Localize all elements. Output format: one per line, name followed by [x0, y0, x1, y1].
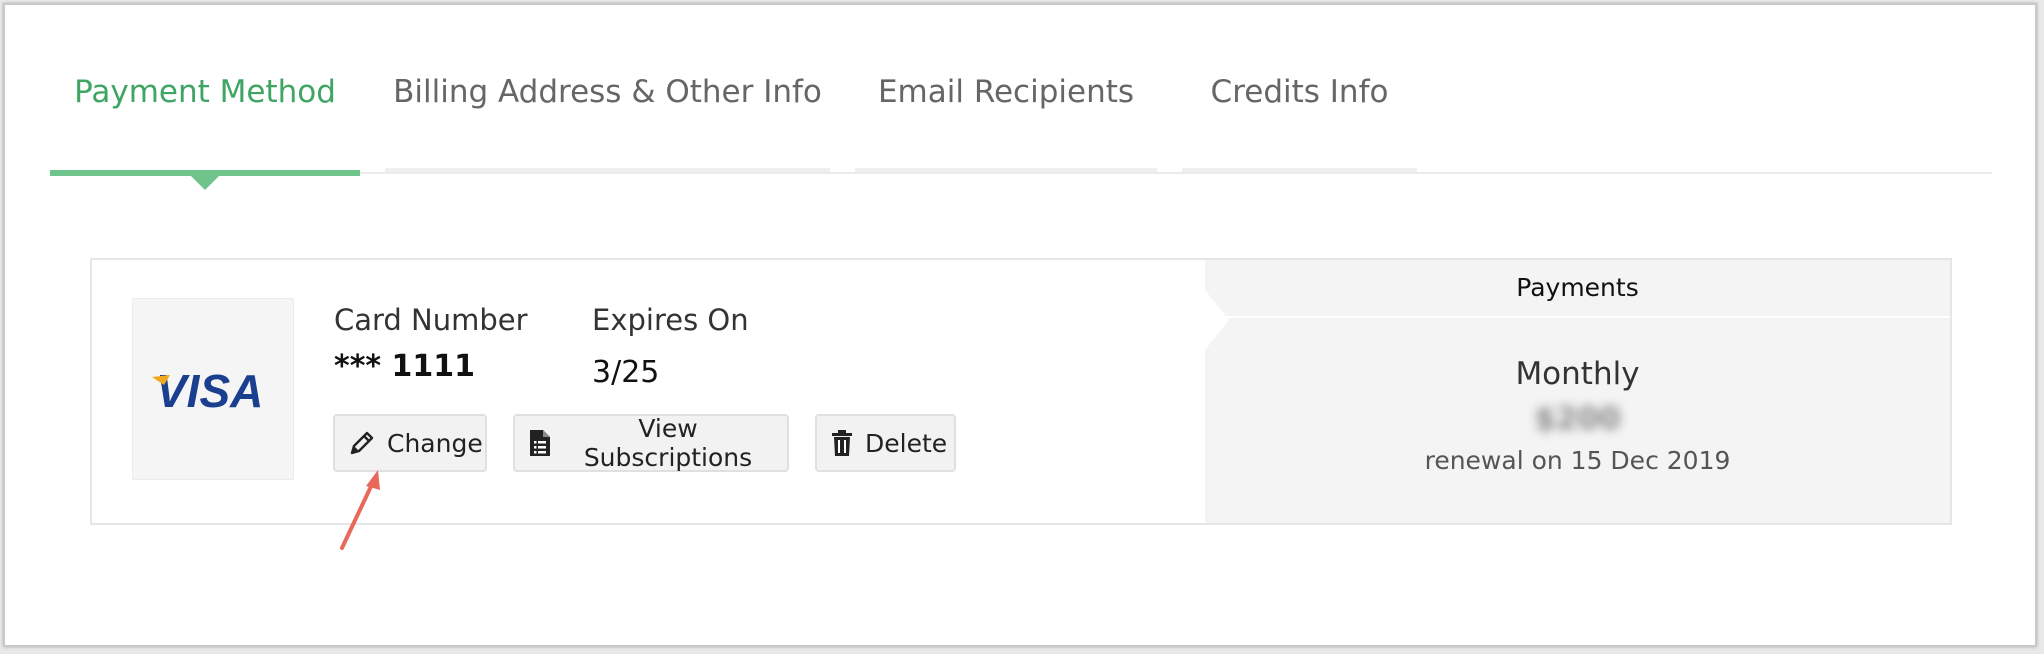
- tab-billing-address[interactable]: Billing Address & Other Info: [385, 0, 830, 178]
- view-subscriptions-label: View Subscriptions: [583, 414, 753, 472]
- document-icon: [530, 430, 550, 456]
- delete-button-label: Delete: [865, 428, 948, 458]
- trash-icon: [832, 430, 852, 456]
- expires-on-label: Expires On: [592, 303, 749, 337]
- tab-active-caret: [189, 174, 221, 190]
- annotation-arrow-icon: [340, 470, 380, 550]
- tab-payment-method[interactable]: Payment Method: [50, 0, 360, 190]
- tab-label: Payment Method: [74, 74, 336, 110]
- card-brand-box: VISA: [132, 298, 294, 480]
- change-button-label: Change: [387, 428, 483, 458]
- visa-logo-text: VISA: [156, 365, 263, 415]
- delete-button[interactable]: Delete: [815, 414, 956, 472]
- view-subscriptions-button[interactable]: View Subscriptions: [513, 414, 789, 472]
- payments-title: Payments: [1516, 273, 1639, 302]
- tab-label: Email Recipients: [877, 74, 1135, 110]
- tab-email-recipients[interactable]: Email Recipients: [855, 0, 1157, 178]
- card-number-label: Card Number: [334, 303, 528, 337]
- tab-bar: [385, 168, 830, 172]
- visa-logo-icon: VISA: [152, 365, 263, 415]
- tab-bar: [855, 168, 1157, 172]
- pencil-icon: [350, 431, 374, 455]
- card-number-value: *** 1111: [334, 349, 476, 384]
- tab-bar: [1182, 168, 1417, 172]
- change-button[interactable]: Change: [333, 414, 487, 472]
- payment-frequency: Monthly: [1515, 356, 1640, 392]
- tab-label: Credits Info: [1210, 74, 1389, 110]
- payment-amount: $200: [1534, 401, 1621, 437]
- tab-credits-info[interactable]: Credits Info: [1182, 0, 1417, 178]
- expires-on-value: 3/25: [592, 355, 660, 390]
- tab-label: Billing Address & Other Info: [393, 74, 822, 110]
- renewal-date: renewal on 15 Dec 2019: [1424, 446, 1731, 475]
